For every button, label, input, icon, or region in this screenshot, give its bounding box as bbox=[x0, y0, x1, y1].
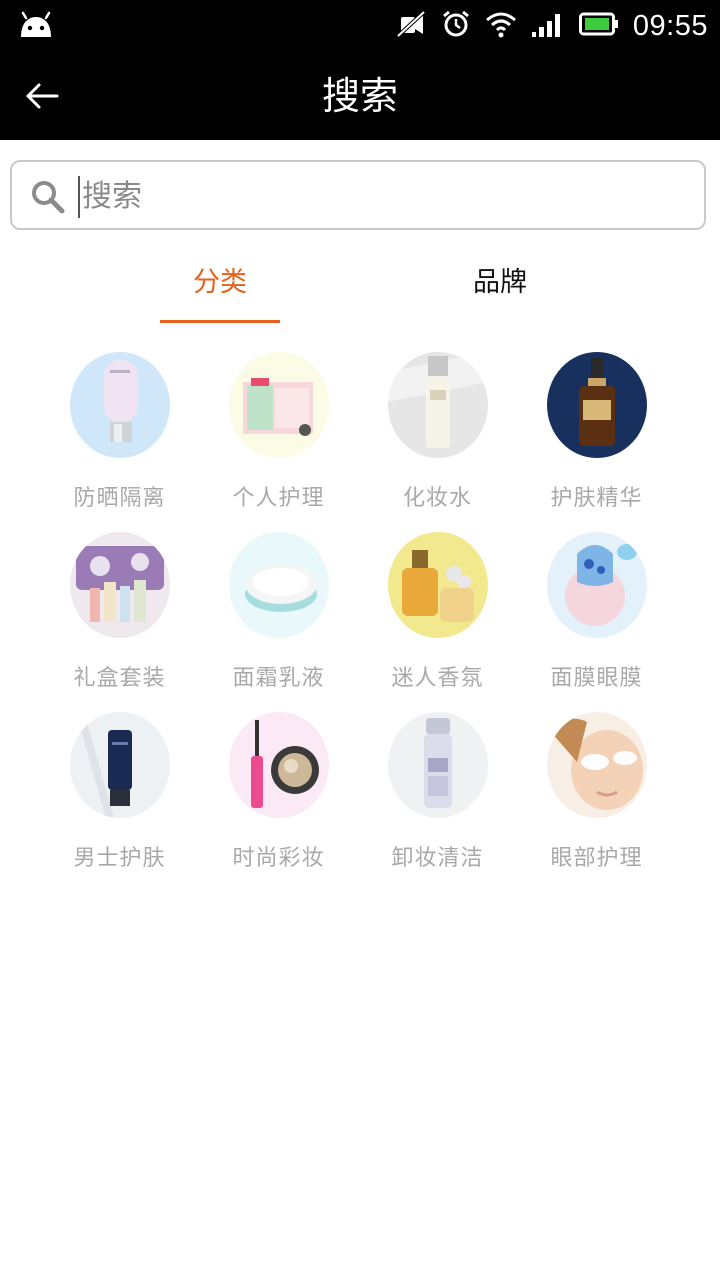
category-label: 个人护理 bbox=[232, 486, 325, 511]
toner-image bbox=[388, 352, 488, 458]
battery-icon bbox=[578, 12, 619, 40]
category-item-makeup[interactable]: 时尚彩妆 bbox=[199, 712, 358, 892]
alarm-icon bbox=[441, 9, 471, 43]
tab-bar: 分类 品牌 bbox=[0, 250, 720, 324]
category-label: 男士护肤 bbox=[73, 846, 166, 871]
category-label: 化妆水 bbox=[402, 486, 472, 511]
search-input[interactable] bbox=[78, 172, 682, 220]
category-label: 面霜乳液 bbox=[232, 666, 325, 691]
category-label: 时尚彩妆 bbox=[232, 846, 325, 871]
category-label: 面膜眼膜 bbox=[550, 666, 643, 691]
category-item-toner[interactable]: 化妆水 bbox=[358, 352, 517, 532]
makeup-image bbox=[229, 712, 329, 818]
signal-icon bbox=[531, 10, 565, 42]
search-icon bbox=[32, 181, 65, 214]
category-label: 防晒隔离 bbox=[73, 486, 166, 511]
category-item-cream[interactable]: 面霜乳液 bbox=[199, 532, 358, 712]
mute-icon bbox=[395, 9, 427, 43]
category-item-personal-care[interactable]: 个人护理 bbox=[199, 352, 358, 532]
category-item-mens-care[interactable]: 男士护肤 bbox=[40, 712, 199, 892]
category-item-sunscreen[interactable]: 防晒隔离 bbox=[40, 352, 199, 532]
search-box[interactable] bbox=[10, 160, 706, 230]
wifi-icon bbox=[485, 10, 517, 42]
cream-image bbox=[229, 532, 329, 638]
category-item-serum[interactable]: 护肤精华 bbox=[517, 352, 676, 532]
clock-time: 09:55 bbox=[632, 9, 708, 42]
status-bar: 09:55 bbox=[0, 0, 720, 52]
app-header: 搜索 bbox=[0, 52, 720, 140]
category-label: 护肤精华 bbox=[550, 486, 643, 511]
sunscreen-image bbox=[70, 352, 170, 458]
category-label: 卸妆清洁 bbox=[391, 846, 484, 871]
android-icon bbox=[18, 11, 54, 39]
category-item-mask[interactable]: 面膜眼膜 bbox=[517, 532, 676, 712]
category-label: 礼盒套装 bbox=[73, 666, 166, 691]
personal-care-image bbox=[229, 352, 329, 458]
gift-set-image bbox=[70, 532, 170, 638]
category-label: 眼部护理 bbox=[550, 846, 643, 871]
tab-category[interactable]: 分类 bbox=[160, 250, 280, 324]
serum-image bbox=[547, 352, 647, 458]
mens-care-image bbox=[70, 712, 170, 818]
eye-care-image bbox=[547, 712, 647, 818]
tab-brand[interactable]: 品牌 bbox=[440, 250, 560, 324]
fragrance-image bbox=[388, 532, 488, 638]
category-item-eye-care[interactable]: 眼部护理 bbox=[517, 712, 676, 892]
category-item-gift-set[interactable]: 礼盒套装 bbox=[40, 532, 199, 712]
category-item-cleansing[interactable]: 卸妆清洁 bbox=[358, 712, 517, 892]
cleansing-image bbox=[388, 712, 488, 818]
category-item-fragrance[interactable]: 迷人香氛 bbox=[358, 532, 517, 712]
active-tab-indicator bbox=[160, 320, 280, 323]
category-label: 迷人香氛 bbox=[391, 666, 484, 691]
page-title: 搜索 bbox=[321, 74, 398, 118]
mask-image bbox=[547, 532, 647, 638]
